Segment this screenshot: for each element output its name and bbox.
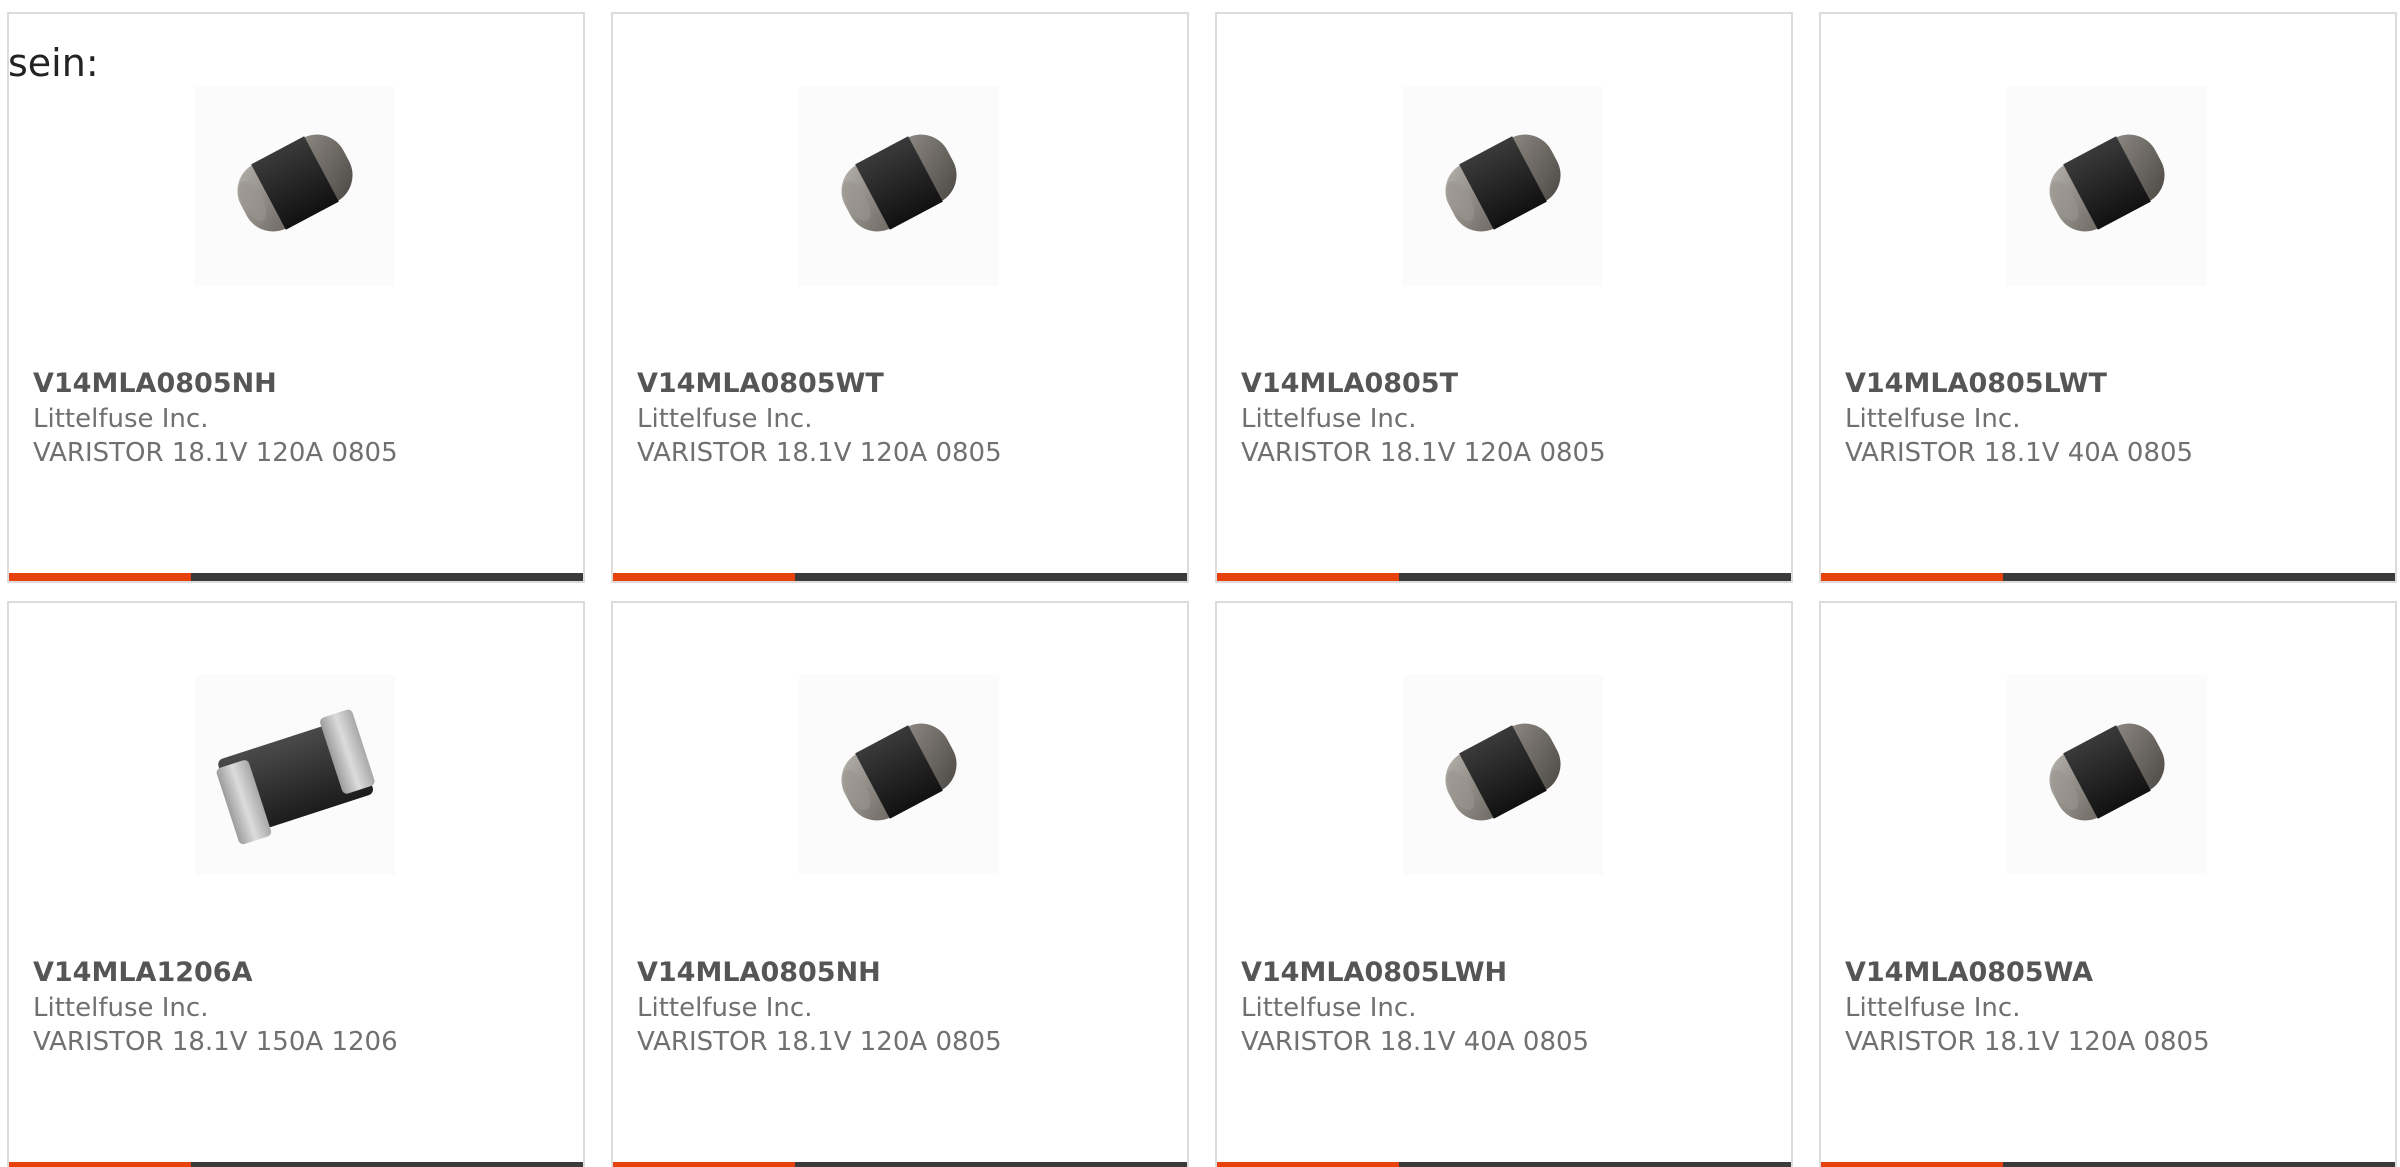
lead-text: sein: — [8, 41, 99, 85]
description: VARISTOR 18.1V 150A 1206 — [33, 1027, 398, 1057]
chip-varistor-0805-icon — [799, 86, 999, 286]
product-card[interactable]: V14MLA0805T Littelfuse Inc. VARISTOR 18.… — [1215, 12, 1793, 583]
product-card[interactable]: V14MLA1206A Littelfuse Inc. VARISTOR 18.… — [7, 601, 585, 1167]
product-card[interactable]: V14MLA0805NH Littelfuse Inc. VARISTOR 18… — [611, 601, 1189, 1167]
chip-varistor-0805-icon — [2007, 675, 2207, 875]
card-accent-bar — [9, 1162, 191, 1167]
product-info: V14MLA1206A Littelfuse Inc. VARISTOR 18.… — [33, 955, 567, 1059]
description: VARISTOR 18.1V 120A 0805 — [1241, 438, 1606, 468]
description: VARISTOR 18.1V 120A 0805 — [33, 438, 398, 468]
chip-varistor-0805-icon — [1403, 675, 1603, 875]
description: VARISTOR 18.1V 120A 0805 — [1845, 1027, 2210, 1057]
product-card[interactable]: V14MLA0805WT Littelfuse Inc. VARISTOR 18… — [611, 12, 1189, 583]
product-info: V14MLA0805LWH Littelfuse Inc. VARISTOR 1… — [1241, 955, 1775, 1059]
product-card[interactable]: V14MLA0805LWH Littelfuse Inc. VARISTOR 1… — [1215, 601, 1793, 1167]
manufacturer: Littelfuse Inc. — [1241, 993, 1417, 1023]
chip-varistor-0805-icon — [799, 675, 999, 875]
product-info: V14MLA0805WT Littelfuse Inc. VARISTOR 18… — [637, 366, 1171, 470]
product-grid: V14MLA0805NH Littelfuse Inc. VARISTOR 18… — [0, 0, 2400, 1167]
product-info: V14MLA0805NH Littelfuse Inc. VARISTOR 18… — [637, 955, 1171, 1059]
manufacturer: Littelfuse Inc. — [1845, 404, 2021, 434]
chip-varistor-0805-icon — [1403, 86, 1603, 286]
card-accent-bar — [613, 573, 795, 581]
chip-varistor-0805-icon — [2007, 86, 2207, 286]
part-number-link[interactable]: V14MLA0805LWT — [1845, 366, 2379, 402]
product-card[interactable]: V14MLA0805LWT Littelfuse Inc. VARISTOR 1… — [1819, 12, 2397, 583]
card-accent-bar — [1217, 1162, 1399, 1167]
product-info: V14MLA0805T Littelfuse Inc. VARISTOR 18.… — [1241, 366, 1775, 470]
manufacturer: Littelfuse Inc. — [637, 404, 813, 434]
description: VARISTOR 18.1V 40A 0805 — [1845, 438, 2194, 468]
manufacturer: Littelfuse Inc. — [1845, 993, 2021, 1023]
card-accent-bar — [1217, 573, 1399, 581]
part-number-link[interactable]: V14MLA0805WA — [1845, 955, 2379, 991]
description: VARISTOR 18.1V 120A 0805 — [637, 1027, 1002, 1057]
part-number-link[interactable]: V14MLA0805NH — [33, 366, 567, 402]
manufacturer: Littelfuse Inc. — [33, 404, 209, 434]
part-number-link[interactable]: V14MLA0805WT — [637, 366, 1171, 402]
part-number-link[interactable]: V14MLA1206A — [33, 955, 567, 991]
product-info: V14MLA0805NH Littelfuse Inc. VARISTOR 18… — [33, 366, 567, 470]
product-card[interactable]: V14MLA0805WA Littelfuse Inc. VARISTOR 18… — [1819, 601, 2397, 1167]
description: VARISTOR 18.1V 40A 0805 — [1241, 1027, 1590, 1057]
card-accent-bar — [613, 1162, 795, 1167]
card-accent-bar — [9, 573, 191, 581]
card-accent-bar — [1821, 573, 2003, 581]
chip-varistor-0805-icon — [195, 86, 395, 286]
part-number-link[interactable]: V14MLA0805LWH — [1241, 955, 1775, 991]
product-info: V14MLA0805LWT Littelfuse Inc. VARISTOR 1… — [1845, 366, 2379, 470]
manufacturer: Littelfuse Inc. — [637, 993, 813, 1023]
manufacturer: Littelfuse Inc. — [33, 993, 209, 1023]
product-info: V14MLA0805WA Littelfuse Inc. VARISTOR 18… — [1845, 955, 2379, 1059]
description: VARISTOR 18.1V 120A 0805 — [637, 438, 1002, 468]
card-accent-bar — [1821, 1162, 2003, 1167]
part-number-link[interactable]: V14MLA0805NH — [637, 955, 1171, 991]
part-number-link[interactable]: V14MLA0805T — [1241, 366, 1775, 402]
product-card[interactable]: V14MLA0805NH Littelfuse Inc. VARISTOR 18… — [7, 12, 585, 583]
chip-varistor-1206-icon — [195, 675, 395, 875]
manufacturer: Littelfuse Inc. — [1241, 404, 1417, 434]
